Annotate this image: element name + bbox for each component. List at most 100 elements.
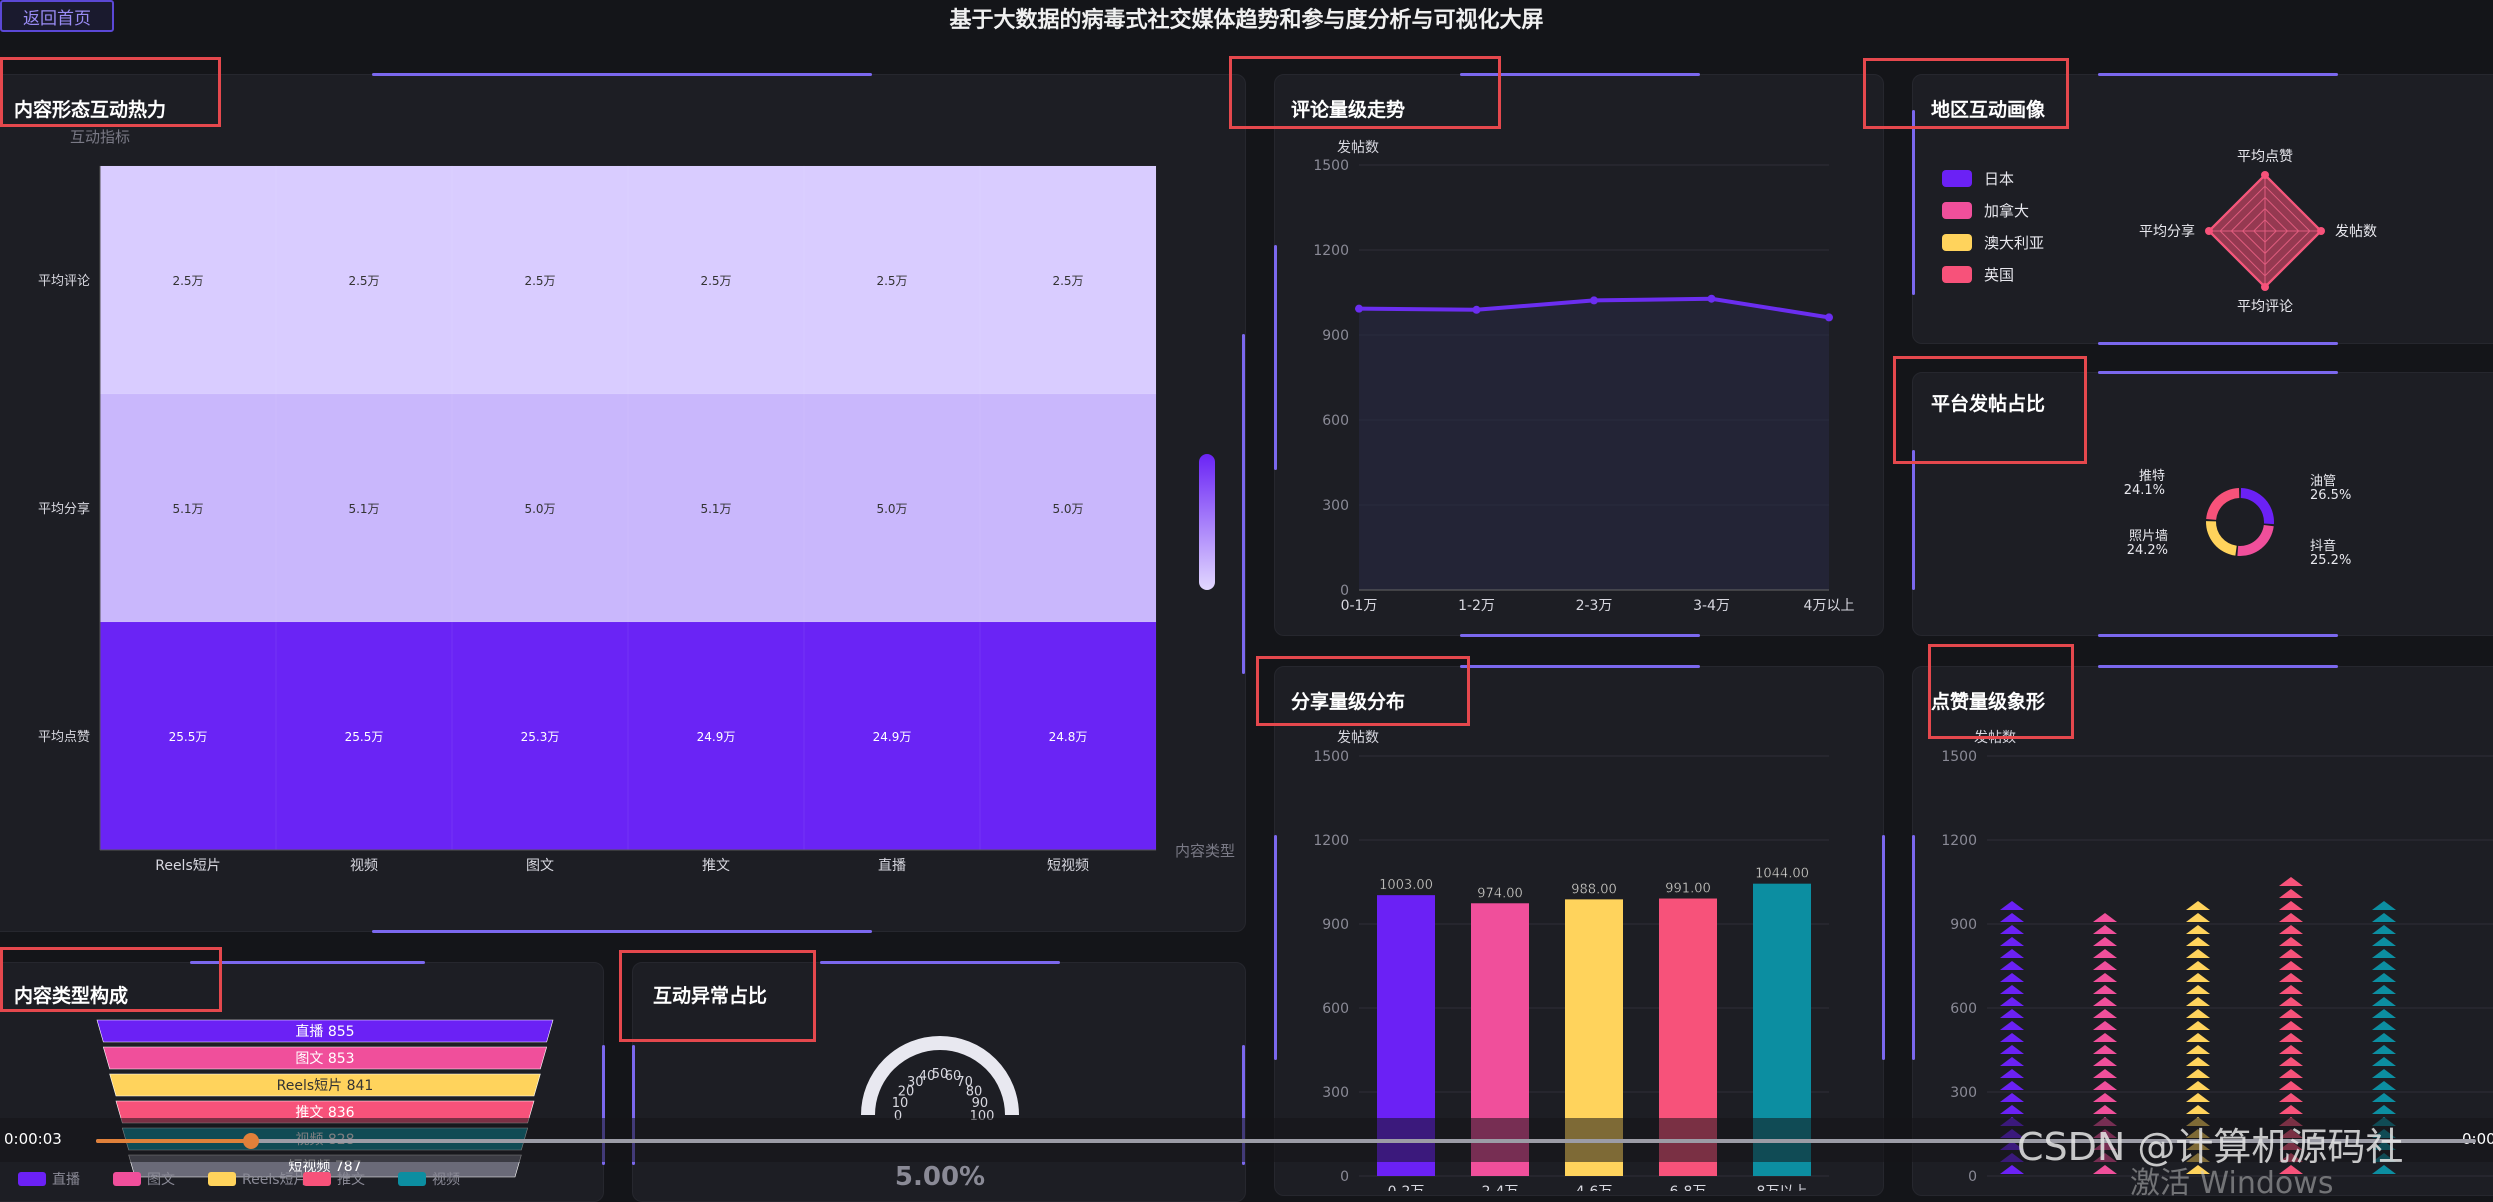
likes-symbol (2279, 949, 2303, 958)
y-tick-label: 0 (1340, 583, 1349, 599)
share-dist-y-name: 发帖数 (1337, 730, 1379, 746)
y-tick-label: 900 (1322, 328, 1349, 344)
video-scrubber-handle[interactable] (243, 1133, 259, 1149)
heatmap-row-label: 平均点赞 (38, 730, 90, 745)
legend-swatch (398, 1172, 426, 1186)
funnel-label: 图文 853 (295, 1051, 354, 1067)
likes-symbol (2186, 1009, 2210, 1018)
y-tick-label: 600 (1322, 413, 1349, 429)
x-tick-label: 2-3万 (1576, 598, 1613, 614)
radar-point (2261, 283, 2269, 291)
heatmap-col-label: 推文 (702, 858, 730, 874)
heatmap-chart: 互动指标 内容类型 平均评论 2.5万 2.5万 2.5万 2.5万 2.5万 2.5万平均… (38, 128, 1235, 874)
legend-swatch (113, 1172, 141, 1186)
annotation-box (1256, 656, 1470, 726)
heatmap-cell-label: 24.9万 (873, 730, 912, 744)
region-legend-item[interactable]: 加拿大 (1942, 200, 2029, 221)
annotation-box (1229, 56, 1501, 129)
gauge-value: 5.00% (895, 1162, 985, 1191)
region-legend-item[interactable]: 英国 (1942, 264, 2014, 285)
annotation-box (619, 950, 816, 1042)
y-tick-label: 1500 (1313, 158, 1349, 174)
likes-symbol (2372, 1021, 2396, 1030)
likes-symbol (2000, 1057, 2024, 1066)
likes-symbol (2279, 1081, 2303, 1090)
platform-donut-chart: 油管26.5% 抖音25.2% 照片墙24.2% 推特24.1% (2124, 469, 2352, 568)
radar-series (2207, 173, 2323, 289)
heatmap-cell-label: 2.5万 (700, 274, 731, 288)
y-tick-label: 0 (1968, 1169, 1977, 1185)
y-tick-label: 0 (1340, 1169, 1349, 1185)
funnel-label: 直播 855 (295, 1023, 354, 1040)
likes-symbol (2372, 1069, 2396, 1078)
legend-label: 英国 (1984, 266, 2015, 284)
likes-symbol (2186, 937, 2210, 946)
radar-point (2261, 171, 2269, 179)
legend-swatch (1942, 266, 1972, 283)
comment-trend-chart: 发帖数 0 300 600 900 1200 1500 0-1万 1-2万 2-3万 3-4万 4万以… (1313, 140, 1855, 614)
heatmap-cell-label: 24.9万 (697, 730, 736, 744)
heatmap-row-label: 平均评论 (38, 274, 90, 289)
heatmap-cell-label: 2.5万 (1052, 274, 1083, 288)
likes-symbol (2279, 925, 2303, 934)
comment-trend-area (1359, 298, 1829, 590)
likes-symbol (2372, 997, 2396, 1006)
heatmap-col-label: 直播 (878, 857, 906, 874)
legend-label: 日本 (1984, 170, 2015, 188)
data-point (1355, 304, 1363, 313)
heatmap-col-label: Reels短片 (155, 858, 221, 874)
legend-label: 推文 (337, 1172, 365, 1188)
heatmap-visual-map[interactable] (1199, 454, 1215, 590)
anomaly-gauge: 01020304050607080901005.00%异常占比 (861, 1036, 1019, 1191)
annotation-box (0, 57, 221, 127)
likes-symbol (2279, 1021, 2303, 1030)
donut-category-label: 推特 (2139, 469, 2165, 484)
platform-sideline (1912, 450, 1915, 590)
likes-symbol (2279, 985, 2303, 994)
x-tick-label: 4-6万 (1576, 1184, 1613, 1191)
likes-symbol (2093, 949, 2117, 958)
y-tick-label: 300 (1322, 498, 1349, 514)
legend-swatch (208, 1172, 236, 1186)
likes-symbol (2372, 937, 2396, 946)
likes-symbol (2372, 901, 2396, 910)
likes-symbol (2000, 997, 2024, 1006)
anomaly-topline (820, 961, 1060, 964)
legend-swatch (1942, 234, 1972, 251)
likes-symbol (2093, 925, 2117, 934)
likes-symbol (2279, 913, 2303, 922)
region-legend-item[interactable]: 澳大利亚 (1942, 232, 2044, 253)
platform-topline (2098, 371, 2338, 374)
heatmap-cell-label: 5.0万 (876, 502, 907, 516)
bar-value-label: 1003.00 (1379, 878, 1433, 893)
legend-label: 图文 (147, 1172, 175, 1188)
heatmap-cell-label: 25.5万 (169, 730, 208, 744)
bar-value-label: 974.00 (1477, 886, 1523, 901)
y-tick-label: 1200 (1941, 833, 1977, 849)
likes-symbol (2186, 913, 2210, 922)
likes-symbol (2372, 1105, 2396, 1114)
likes-symbol (2186, 949, 2210, 958)
heatmap-x-axis-name: 内容类型 (1175, 842, 1235, 860)
likes-symbol (2093, 937, 2117, 946)
likes-symbol (2279, 1045, 2303, 1054)
heatmap-cell-label: 5.1万 (700, 502, 731, 516)
likes-symbol (2093, 1081, 2117, 1090)
legend-swatch (1942, 170, 1972, 187)
likes-symbol (2186, 973, 2210, 982)
likes-symbol (2279, 1105, 2303, 1114)
likes-symbol (2372, 985, 2396, 994)
x-tick-label: 2-4万 (1482, 1184, 1519, 1191)
donut-percent-label: 24.2% (2127, 543, 2168, 558)
likes-symbol (2000, 913, 2024, 922)
likes-symbol (2186, 1105, 2210, 1114)
share-dist-chart: 发帖数 0 300 600 900 1200 1500 1003.00 0-2万 974.00 2-… (1313, 730, 1829, 1191)
likes-symbol (2000, 1009, 2024, 1018)
region-legend-item[interactable]: 日本 (1942, 168, 2014, 189)
dashboard: 返回首页 基于大数据的病毒式社交媒体趋势和参与度分析与可视化大屏 内容形态互动热… (0, 0, 2493, 1202)
legend-label: 澳大利亚 (1984, 234, 2045, 252)
video-track-played (96, 1139, 251, 1143)
x-tick-label: 4万以上 (1804, 598, 1855, 614)
donut-category-label: 油管 (2310, 474, 2336, 489)
heatmap-cell-label: 2.5万 (876, 274, 907, 288)
